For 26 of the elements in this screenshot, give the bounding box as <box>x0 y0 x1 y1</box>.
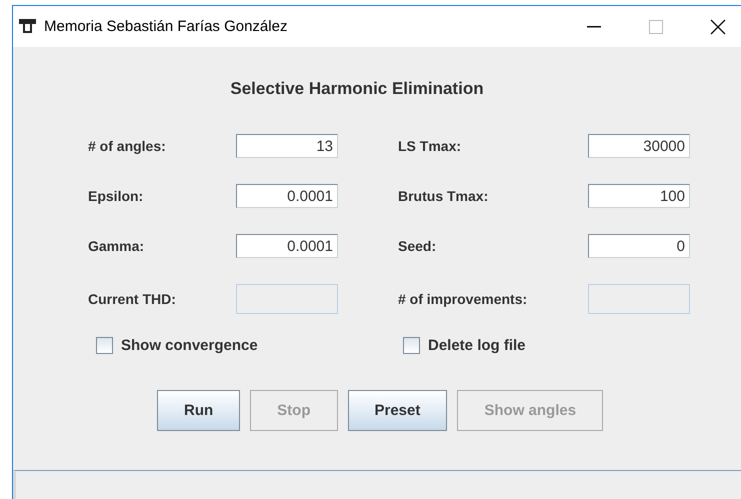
input-field[interactable]: 30000 <box>588 134 690 158</box>
field-label: Current THD: <box>88 291 177 307</box>
maximize-icon[interactable] <box>649 20 663 34</box>
input-field[interactable]: 0.0001 <box>236 184 338 208</box>
app-logo-icon <box>19 18 36 34</box>
field-label: # of improvements: <box>398 291 528 307</box>
button[interactable]: Run <box>157 390 240 431</box>
button[interactable]: Preset <box>348 390 448 431</box>
close-icon[interactable] <box>710 18 726 34</box>
checkbox[interactable] <box>96 337 113 354</box>
input-field[interactable]: 0 <box>588 234 690 258</box>
input-field[interactable]: 100 <box>588 184 690 208</box>
checkbox-label: Delete log file <box>428 337 526 354</box>
input-field[interactable]: 0.0001 <box>236 234 338 258</box>
minimize-icon[interactable] <box>587 26 601 28</box>
window-title: Memoria Sebastián Farías González <box>44 18 288 35</box>
field-label: LS Tmax: <box>398 138 462 154</box>
field-label: Epsilon: <box>88 188 144 204</box>
field-label: Brutus Tmax: <box>398 188 490 204</box>
form-heading: Selective Harmonic Elimination <box>229 79 485 99</box>
field-label: Seed: <box>398 238 438 254</box>
field-label: Gamma: <box>88 238 146 254</box>
input-field[interactable]: 13 <box>236 134 338 158</box>
field-label: # of angles: <box>88 138 167 154</box>
checkbox[interactable] <box>403 337 420 354</box>
checkbox-label: Show convergence <box>121 337 258 354</box>
